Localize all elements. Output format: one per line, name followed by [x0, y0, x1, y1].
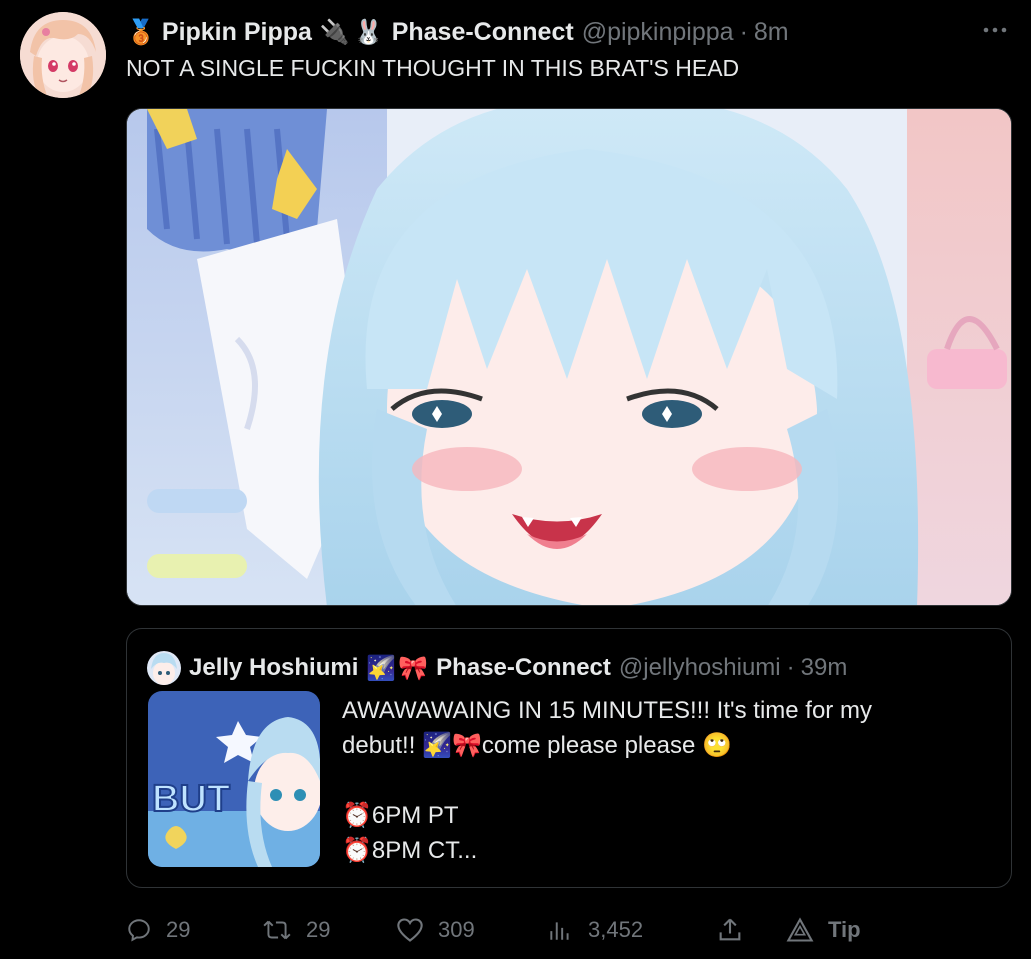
quoted-author-org[interactable]: Phase-Connect: [436, 654, 611, 682]
anime-character-image: [127, 109, 1011, 605]
quoted-media-thumbnail[interactable]: BUT: [148, 691, 320, 867]
tip-button[interactable]: Tip: [786, 908, 861, 952]
author-avatar[interactable]: [20, 12, 106, 98]
tweet-time[interactable]: 8m: [754, 18, 789, 47]
views-count: 3,452: [588, 917, 644, 942]
repost-count: 29: [306, 917, 331, 942]
quoted-text-line: ⏰8PM CT...: [342, 837, 478, 864]
quoted-tweet-header: Jelly Hoshiumi 🌠 🎀 Phase-Connect @jellyh…: [147, 651, 847, 685]
quoted-text-line: debut!! 🌠🎀come please please 🙄: [342, 732, 732, 759]
author-name[interactable]: Pipkin Pippa: [162, 18, 312, 47]
tip-label: Tip: [828, 917, 861, 942]
tweet-header: 🥉 Pipkin Pippa 🔌 🐰 Phase-Connect @pipkin…: [126, 15, 789, 49]
reply-button[interactable]: 29: [126, 908, 190, 952]
author-handle[interactable]: @pipkinpippa: [582, 18, 734, 47]
tip-icon: [786, 917, 814, 942]
reply-count: 29: [166, 917, 191, 942]
quoted-text-line: ⏰6PM PT: [342, 802, 459, 829]
quoted-author-handle[interactable]: @jellyhoshiumi: [619, 654, 781, 682]
tweet-media-image[interactable]: [126, 108, 1012, 606]
share-icon: [719, 918, 741, 941]
plug-icon: 🔌: [319, 18, 350, 46]
bronze-medal-icon: 🥉: [126, 18, 156, 46]
quoted-author-name[interactable]: Jelly Hoshiumi: [189, 654, 358, 682]
action-bar: 29 29 309 3,452 Tip: [126, 908, 1012, 952]
separator-dot: ·: [739, 17, 748, 46]
svg-text:BUT: BUT: [152, 778, 230, 820]
quoted-tweet[interactable]: Jelly Hoshiumi 🌠 🎀 Phase-Connect @jellyh…: [126, 628, 1012, 888]
more-button[interactable]: [981, 16, 1009, 44]
reply-icon: [128, 919, 150, 942]
quoted-tweet-time[interactable]: 39m: [801, 654, 848, 682]
repost-button[interactable]: 29: [262, 908, 330, 952]
author-avatar-image: [20, 12, 106, 98]
repost-icon: [263, 920, 291, 940]
views-icon: [550, 922, 569, 940]
like-count: 309: [438, 917, 475, 942]
like-button[interactable]: 309: [396, 908, 475, 952]
quoted-author-avatar[interactable]: [147, 651, 181, 685]
quoted-tweet-text: AWAWAWAING IN 15 MINUTES!!! It's time fo…: [342, 693, 982, 868]
debut-thumbnail-image: BUT: [148, 691, 320, 867]
more-icon: [983, 27, 1007, 33]
separator-dot: ·: [786, 654, 795, 681]
tweet-text: NOT A SINGLE FUCKIN THOUGHT IN THIS BRAT…: [126, 55, 740, 81]
rabbit-icon: 🐰: [353, 18, 384, 46]
shooting-star-icon: 🌠: [366, 654, 397, 682]
quoted-avatar-image: [147, 651, 181, 685]
quoted-text-line: [342, 763, 982, 798]
heart-icon: [397, 918, 423, 942]
author-org[interactable]: Phase-Connect: [392, 18, 574, 47]
ribbon-icon: 🎀: [398, 654, 429, 682]
share-button[interactable]: [716, 908, 758, 952]
quoted-text-line: AWAWAWAING IN 15 MINUTES!!! It's time fo…: [342, 697, 872, 724]
views-button[interactable]: 3,452: [546, 908, 643, 952]
